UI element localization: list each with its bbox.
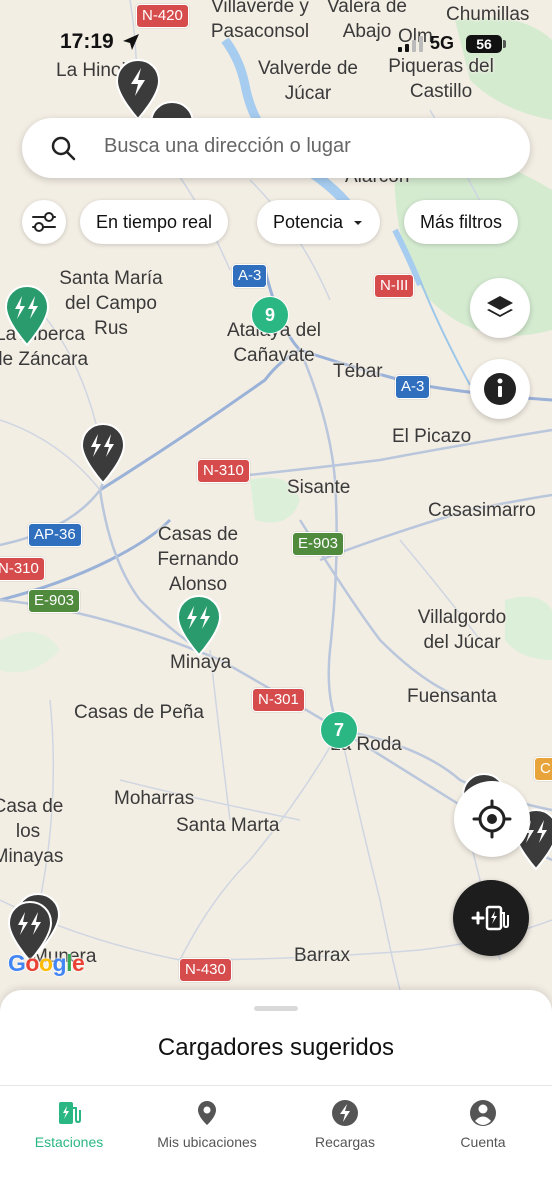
place-label: Casas de Fernando Alonso — [157, 524, 239, 595]
place-label: Moharras — [114, 788, 195, 809]
filter-settings-button[interactable] — [22, 200, 66, 244]
charger-cluster[interactable]: 7 — [320, 711, 358, 749]
status-time: 17:19 — [60, 30, 114, 53]
place-label: Casas de Peña — [74, 702, 204, 723]
station-icon — [59, 1102, 81, 1124]
crosshair-icon — [472, 799, 512, 839]
filter-realtime-chip[interactable]: En tiempo real — [80, 200, 229, 244]
location-arrow-icon — [123, 34, 139, 50]
search-icon — [51, 136, 76, 161]
tab-label: Recargas — [315, 1134, 375, 1150]
place-label: Sisante — [287, 477, 351, 498]
road-shield: A-3 — [395, 375, 431, 399]
tab-stations[interactable]: Estaciones — [0, 1098, 138, 1150]
location-pin-icon — [198, 1101, 216, 1125]
tab-label: Mis ubicaciones — [157, 1134, 257, 1150]
suggested-chargers-sheet[interactable]: Cargadores sugeridos — [0, 990, 552, 1085]
road-shield: E-903 — [28, 589, 81, 613]
my-location-button[interactable] — [454, 781, 530, 857]
place-label: Santa Marta — [176, 815, 280, 836]
tab-label: Estaciones — [34, 1134, 104, 1150]
road-shield: N-430 — [179, 958, 232, 982]
add-charger-icon — [471, 905, 509, 931]
filter-power-label: Potencia — [273, 212, 344, 232]
layers-icon — [487, 296, 513, 317]
signal-icon — [398, 36, 423, 52]
place-label: Casasimarro — [428, 500, 536, 521]
battery-indicator: 56 — [466, 35, 502, 53]
google-attribution: Google — [8, 950, 85, 976]
battery-tip — [503, 40, 506, 48]
tab-label: Cuenta — [460, 1134, 506, 1150]
fast-charger-pin-icon[interactable] — [79, 422, 127, 486]
bolt-icon — [332, 1100, 358, 1126]
tab-my-locations[interactable]: Mis ubicaciones — [138, 1098, 276, 1150]
tab-account[interactable]: Cuenta — [414, 1098, 552, 1150]
layers-button[interactable] — [470, 278, 530, 338]
place-label: Barrax — [294, 945, 350, 966]
status-bar: 17:19 5G 56 — [0, 0, 552, 92]
place-label: Fuensanta — [407, 686, 497, 707]
filter-power-chip[interactable]: Potencia — [257, 200, 381, 244]
road-shield: N-III — [374, 274, 415, 298]
charger-cluster[interactable]: 9 — [251, 296, 289, 334]
fast-charger-available-pin-icon[interactable] — [3, 284, 51, 348]
tab-recharges[interactable]: Recargas — [276, 1098, 414, 1150]
account-icon — [470, 1100, 496, 1126]
tab-bar: Estaciones Mis ubicaciones Recargas Cuen… — [0, 1085, 552, 1201]
place-label: Villalgordo del Júcar — [417, 607, 507, 653]
road-shield: N-310 — [197, 459, 250, 483]
place-label: El Picazo — [392, 426, 472, 447]
sheet-grab-handle[interactable] — [254, 1006, 298, 1011]
road-shield: CI — [534, 757, 552, 781]
place-label: Tébar — [333, 361, 383, 382]
place-label: Casa de los Minayas — [0, 796, 64, 867]
fast-charger-available-pin-icon[interactable] — [175, 594, 223, 658]
caret-down-icon — [354, 221, 363, 225]
road-shield: A-3 — [232, 264, 268, 288]
filter-more-chip[interactable]: Más filtros — [404, 200, 519, 244]
search-placeholder: Busca una dirección o lugar — [104, 135, 351, 157]
sliders-icon — [32, 212, 56, 232]
network-type: 5G — [430, 33, 455, 53]
road-shield: AP-36 — [28, 523, 82, 547]
road-shield: E-903 — [292, 532, 345, 556]
sheet-title: Cargadores sugeridos — [157, 1034, 395, 1061]
search-bar[interactable]: Busca una dirección o lugar — [22, 118, 530, 178]
info-icon — [484, 373, 516, 405]
add-charger-button[interactable] — [453, 880, 529, 956]
road-shield: N-301 — [252, 688, 305, 712]
info-button[interactable] — [470, 359, 530, 419]
road-shield: N-310 — [0, 557, 45, 581]
